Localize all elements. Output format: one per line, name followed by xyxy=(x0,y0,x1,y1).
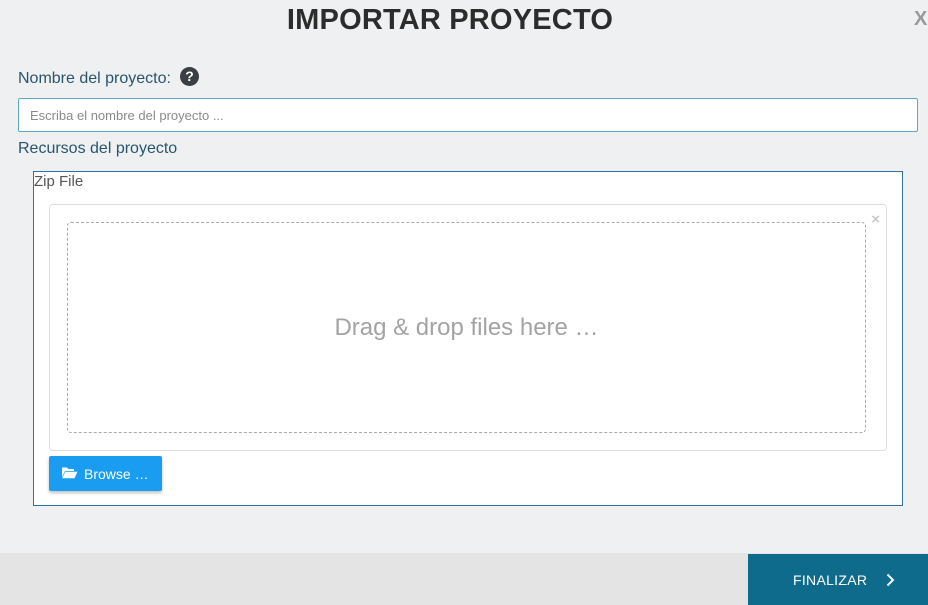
finalize-label: FINALIZAR xyxy=(793,571,868,588)
drop-zone-text: Drag & drop files here … xyxy=(334,313,599,341)
browse-label: Browse … xyxy=(84,465,149,482)
chevron-right-icon xyxy=(886,573,895,587)
finalize-button[interactable]: FINALIZAR xyxy=(748,554,928,605)
question-circle-icon[interactable]: ? xyxy=(179,66,199,86)
browse-button[interactable]: Browse … xyxy=(49,456,162,491)
zip-file-fieldset: Zip File × Drag & drop files here … Brow… xyxy=(33,171,903,506)
clear-files-button[interactable]: × xyxy=(871,212,880,227)
file-drop-panel: × Drag & drop files here … xyxy=(49,204,887,451)
project-name-input[interactable] xyxy=(18,98,918,132)
project-name-label-row: Nombre del proyecto: ? xyxy=(18,66,199,88)
project-name-label: Nombre del proyecto: xyxy=(18,70,171,87)
close-button[interactable]: X xyxy=(914,8,927,31)
folder-open-icon xyxy=(61,466,78,482)
dialog-title: IMPORTAR PROYECTO xyxy=(286,4,614,36)
drop-zone[interactable]: Drag & drop files here … xyxy=(67,222,866,433)
resources-label: Recursos del proyecto xyxy=(18,140,178,157)
zip-file-legend: Zip File xyxy=(34,173,84,190)
